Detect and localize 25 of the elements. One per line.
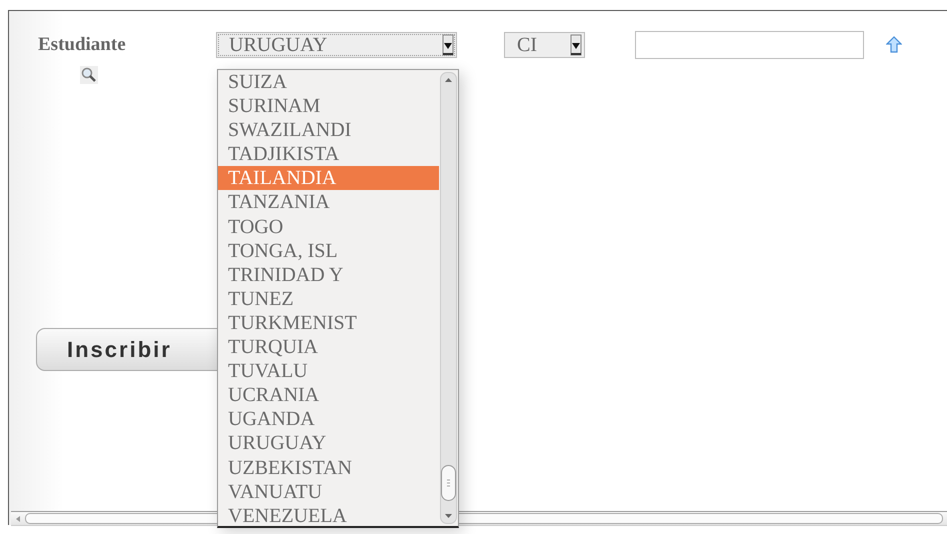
scrollbar[interactable] [440,72,457,524]
search-icon[interactable] [80,66,98,84]
dropdown-option[interactable]: TOGO [218,214,439,239]
country-select[interactable]: URUGUAY [216,32,457,58]
dropdown-option[interactable]: VANUATU [218,480,439,504]
dropdown-option[interactable]: URUGUAY [218,431,439,456]
dropdown-option[interactable]: UCRANIA [218,383,439,408]
dropdown-option[interactable]: TONGA, ISL [218,238,439,263]
field-label: Estudiante [38,34,127,56]
dropdown-option[interactable]: SUIZA [218,70,439,94]
dropdown-option[interactable]: UZBEKISTAN [218,456,439,480]
dropdown-option[interactable]: VENEZUELA [218,504,439,528]
dropdown-list[interactable]: SUIZA SURINAM SWAZILANDI TADJIKISTA TAILANDIA TANZANIA TOGO TONGA, ISL TRINIDAD Y TUNEZ TURKMENIST TURQUIA TUVALU UCRANIA UGANDA URUGUAY UZBEKISTAN VANUATU VENEZUELA [217,69,459,528]
document-type-select[interactable]: CI [504,32,585,58]
dropdown-option[interactable]: TAILANDIA [218,166,439,190]
dropdown-option[interactable]: SWAZILANDI [218,118,439,142]
up-arrow-icon[interactable] [886,36,902,54]
dropdown-option[interactable]: SURINAM [218,94,439,118]
dropdown-option[interactable]: TANZANIA [218,190,439,215]
dropdown-option[interactable]: UGANDA [218,407,439,432]
dropdown-option[interactable]: TRINIDAD Y [218,262,439,287]
input-field[interactable] [635,31,864,59]
scroll-thumb[interactable] [441,465,456,501]
dropdown-option[interactable]: TADJIKISTA [218,142,439,166]
dropdown-option[interactable]: TUNEZ [218,286,439,311]
